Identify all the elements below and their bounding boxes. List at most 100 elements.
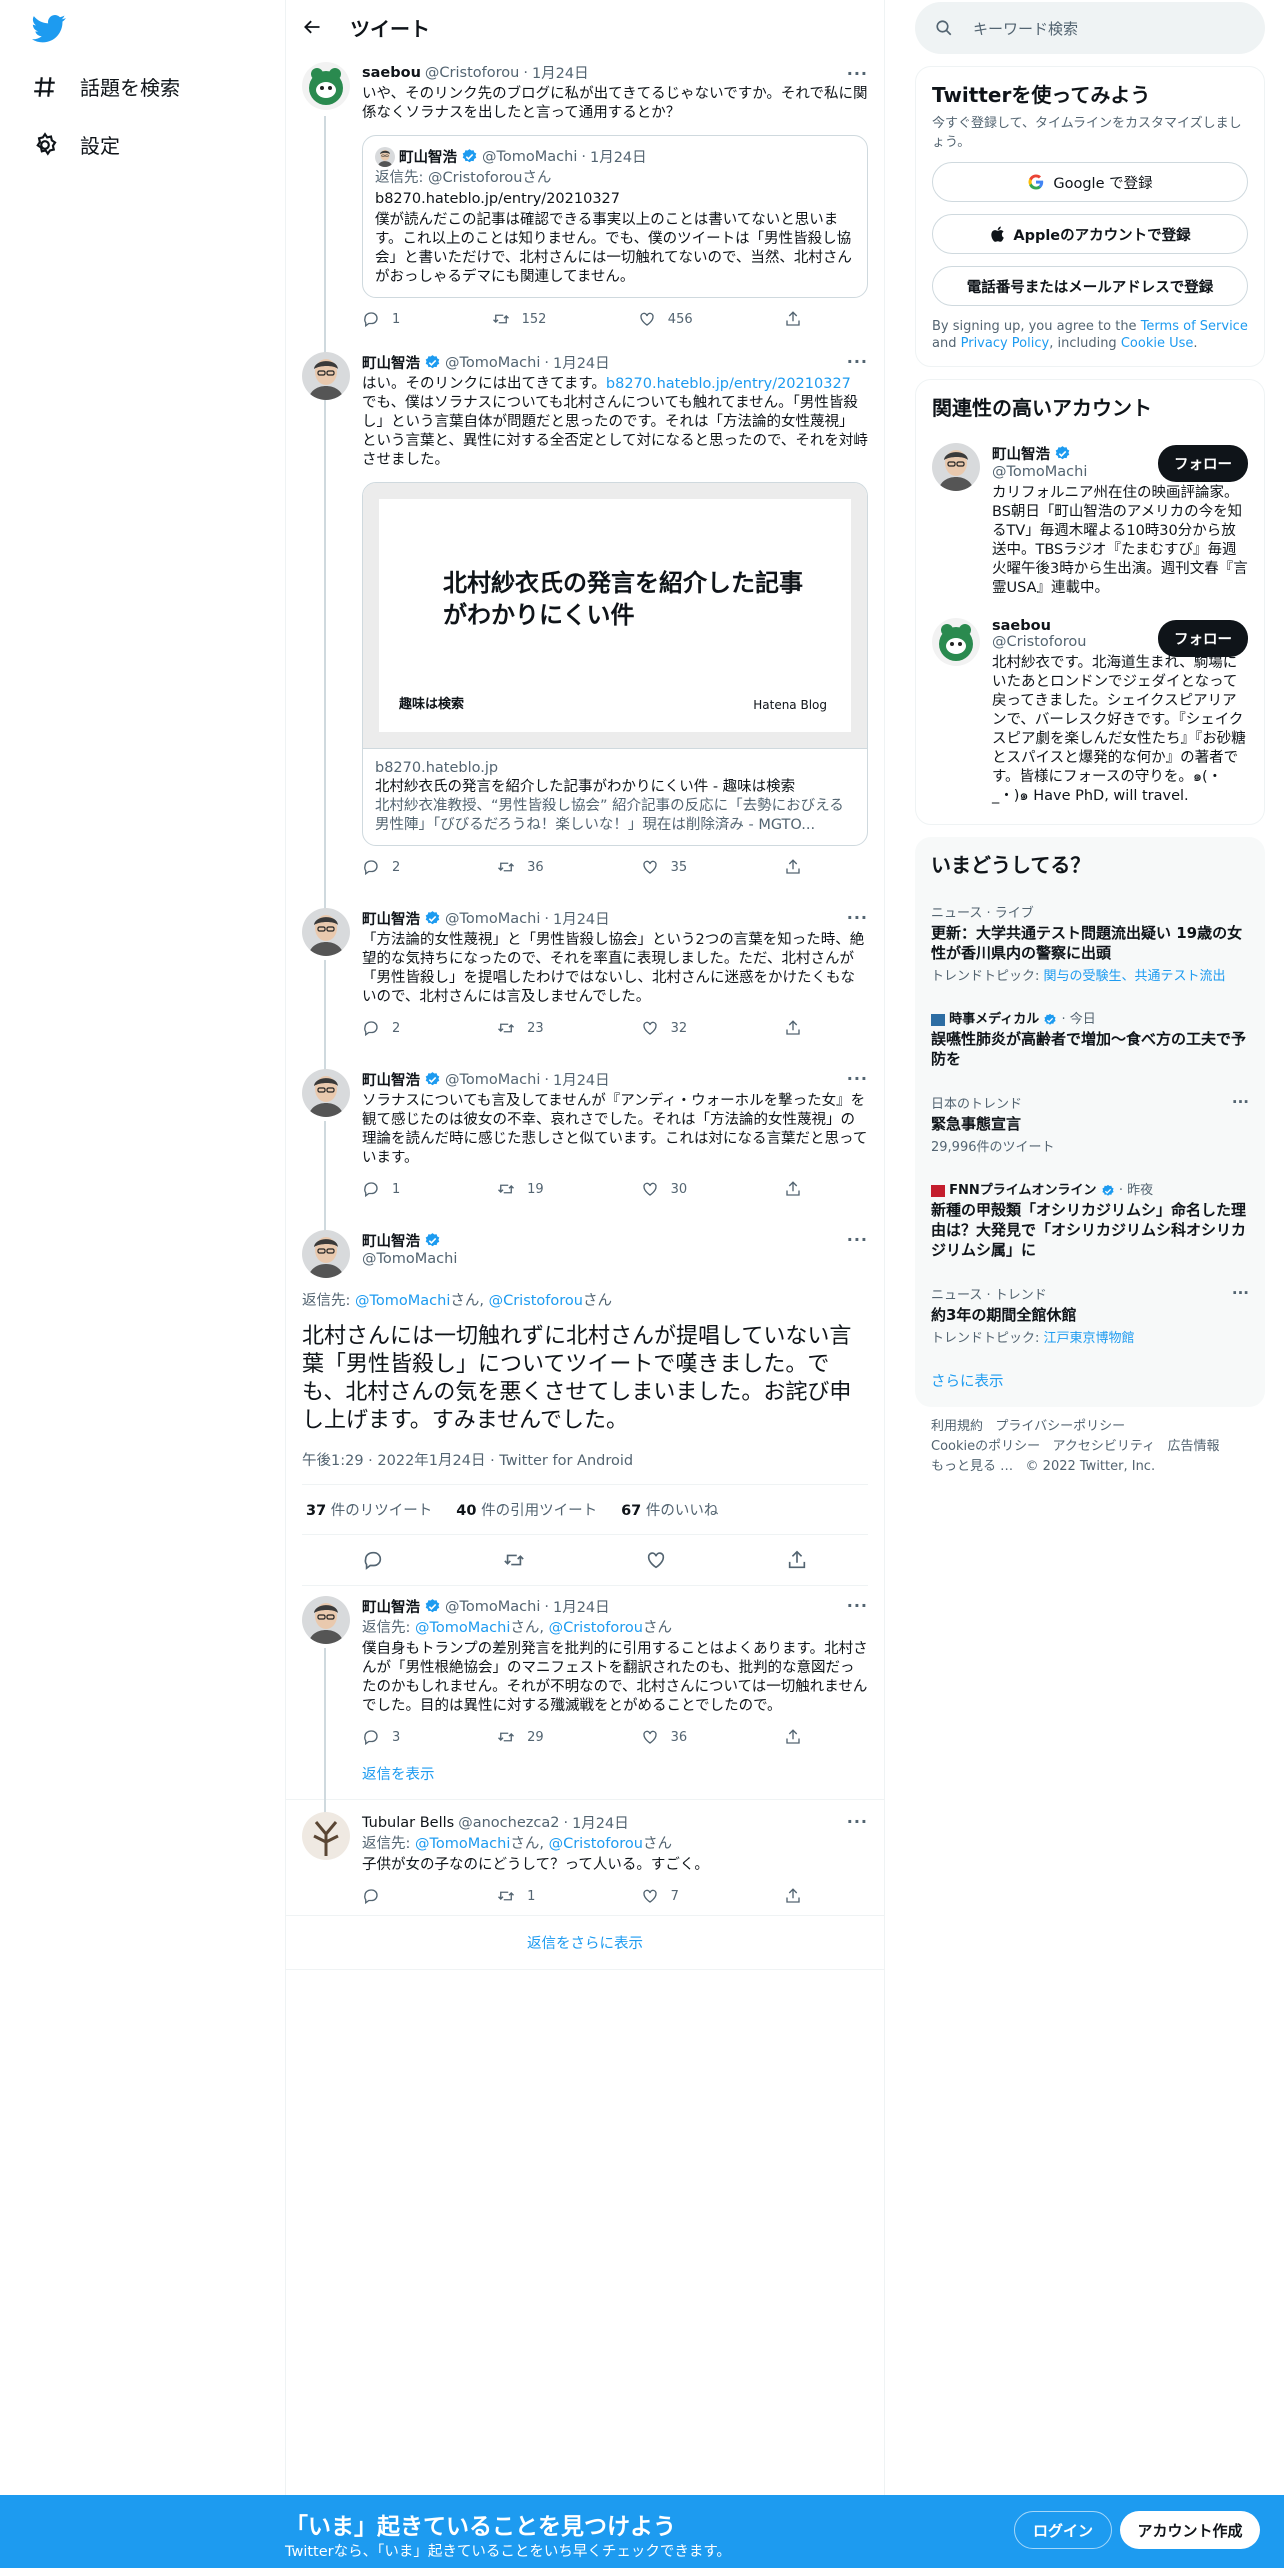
more-icon[interactable]: ··· xyxy=(1232,1093,1249,1111)
trend-topic-link[interactable]: 江戸東京博物館 xyxy=(1044,1331,1135,1346)
like-button[interactable]: 30 xyxy=(641,1180,687,1198)
reply-to-link[interactable]: @TomoMachi xyxy=(415,1620,510,1636)
avatar-machi[interactable] xyxy=(302,908,350,956)
like-button[interactable]: 36 xyxy=(641,1728,687,1746)
tweet-machi-3[interactable]: 町山智浩 @TomoMachi · 1月24日 ··· 「方法論的女性蔑視」と「… xyxy=(286,886,884,1070)
trends-show-more[interactable]: さらに表示 xyxy=(915,1358,1265,1407)
trend-item[interactable]: ニュース · ライブ 更新：大学共通テスト問題流出疑い 19歳の女性が香川県内の… xyxy=(915,890,1265,996)
account-name[interactable]: 町山智浩 xyxy=(992,443,1050,464)
author-handle[interactable]: @TomoMachi xyxy=(445,355,540,371)
avatar-saebou[interactable] xyxy=(932,618,980,666)
more-icon[interactable]: ··· xyxy=(847,352,868,371)
avatar-saebou[interactable] xyxy=(302,62,350,110)
account-name[interactable]: saebou xyxy=(992,618,1051,634)
tweet-date[interactable]: 1月24日 xyxy=(553,1596,610,1617)
reply-to-link[interactable]: @Cristoforou xyxy=(549,1620,643,1636)
quote-count[interactable]: 40 件の引用ツイート xyxy=(456,1499,597,1520)
quoted-tweet[interactable]: 町山智浩 @TomoMachi · 1月24日 返信先: @Cristoforo… xyxy=(362,135,868,298)
footer-more[interactable]: もっと見る … xyxy=(931,1459,1013,1474)
tweet-date[interactable]: 1月24日 xyxy=(553,352,610,373)
reply-icon[interactable] xyxy=(362,1549,384,1571)
like-icon[interactable] xyxy=(645,1549,667,1571)
author-name[interactable]: saebou xyxy=(362,65,421,81)
like-button[interactable]: 456 xyxy=(638,310,693,328)
footer-cookie[interactable]: Cookieのポリシー xyxy=(931,1439,1040,1454)
follow-button[interactable]: フォロー xyxy=(1158,445,1248,482)
link-card[interactable]: 北村紗衣氏の発言を紹介した記事がわかりにくい件 趣味は検索 Hatena Blo… xyxy=(362,482,868,846)
author-handle[interactable]: @Cristoforou xyxy=(425,65,519,81)
nav-explore[interactable]: 話題を検索 xyxy=(32,72,180,101)
author-name[interactable]: 町山智浩 xyxy=(362,908,420,929)
trend-topic-link[interactable]: 関与の受験生、共通テスト流出 xyxy=(1044,969,1226,984)
phone-signup-button[interactable]: 電話番号またはメールアドレスで登録 xyxy=(932,266,1248,306)
cookie-link[interactable]: Cookie Use xyxy=(1121,336,1194,351)
account-saebou[interactable]: saebou @Cristoforou フォロー 北村紗衣です。北海道生まれ、駒… xyxy=(916,608,1264,816)
author-name[interactable]: 町山智浩 xyxy=(362,1069,420,1090)
retweet-button[interactable]: 1 xyxy=(497,1887,535,1905)
trend-item[interactable]: FNNプライムオンライン · 昨夜 新種の甲殻類「オシリカジリムシ」命名した理由… xyxy=(915,1167,1265,1272)
more-icon[interactable]: ··· xyxy=(1232,1284,1249,1302)
retweet-button[interactable]: 29 xyxy=(497,1728,544,1746)
footer-terms[interactable]: 利用規約 xyxy=(931,1419,983,1434)
like-button[interactable]: 35 xyxy=(641,858,687,876)
more-icon[interactable]: ··· xyxy=(847,1596,868,1615)
author-handle[interactable]: @TomoMachi xyxy=(362,1251,868,1267)
nav-settings[interactable]: 設定 xyxy=(32,130,120,159)
author-name[interactable]: 町山智浩 xyxy=(362,1596,420,1617)
footer-privacy[interactable]: プライバシーポリシー xyxy=(995,1419,1125,1434)
tweet-link[interactable]: b8270.hateblo.jp/entry/20210327 xyxy=(606,376,851,392)
tweet-saebou[interactable]: saebou @Cristoforou · 1月24日 ··· いや、そのリンク… xyxy=(286,54,884,416)
tweet-machi-2[interactable]: 町山智浩 @TomoMachi · 1月24日 ··· はい。そのリンクには出て… xyxy=(286,338,884,924)
footer-accessibility[interactable]: アクセシビリティ xyxy=(1053,1439,1156,1454)
account-machi[interactable]: 町山智浩 @TomoMachi フォロー カリフォルニア州在住の映画評論家。BS… xyxy=(916,433,1264,608)
author-handle[interactable]: @TomoMachi xyxy=(445,1072,540,1088)
google-signup-button[interactable]: Google で登録 xyxy=(932,162,1248,202)
login-button[interactable]: ログイン xyxy=(1014,2511,1112,2549)
avatar-machi[interactable] xyxy=(302,1230,350,1278)
reply-button[interactable]: 3 xyxy=(362,1728,400,1746)
tweet-machi-4[interactable]: 町山智浩 @TomoMachi · 1月24日 ··· ソラナスについても言及し… xyxy=(286,1047,884,1241)
tweet-tubular[interactable]: Tubular Bells @anochezca2 · 1月24日 ··· 返信… xyxy=(286,1800,884,1916)
more-icon[interactable]: ··· xyxy=(847,64,868,83)
share-button[interactable] xyxy=(784,1180,802,1198)
reply-to-link[interactable]: @TomoMachi xyxy=(355,1293,450,1309)
tweet-timestamp[interactable]: 午後1:29 · 2022年1月24日 · Twitter for Androi… xyxy=(302,1449,868,1485)
share-button[interactable] xyxy=(784,1728,802,1746)
terms-link[interactable]: Terms of Service xyxy=(1141,319,1248,334)
like-button[interactable]: 7 xyxy=(641,1887,679,1905)
retweet-button[interactable]: 152 xyxy=(492,310,546,328)
avatar-machi[interactable] xyxy=(302,1596,350,1644)
more-icon[interactable]: ··· xyxy=(847,1230,868,1249)
avatar-tubular[interactable] xyxy=(302,1812,350,1860)
like-count[interactable]: 67 件のいいね xyxy=(621,1499,718,1520)
tweet-machi-reply[interactable]: 町山智浩 @TomoMachi · 1月24日 ··· 返信先: @TomoMa… xyxy=(286,1586,884,1848)
retweet-count[interactable]: 37 件のリツイート xyxy=(306,1499,432,1520)
share-button[interactable] xyxy=(784,1019,802,1037)
author-handle[interactable]: @TomoMachi xyxy=(445,1599,540,1615)
follow-button[interactable]: フォロー xyxy=(1158,620,1248,657)
author-name[interactable]: 町山智浩 xyxy=(362,1230,420,1251)
twitter-logo-icon[interactable] xyxy=(32,14,66,44)
tweet-date[interactable]: 1月24日 xyxy=(553,908,610,929)
author-name[interactable]: 町山智浩 xyxy=(362,352,420,373)
reply-to-link[interactable]: @Cristoforou xyxy=(489,1293,583,1309)
author-handle[interactable]: @anochezca2 xyxy=(458,1815,559,1831)
like-button[interactable]: 32 xyxy=(641,1019,687,1037)
reply-button[interactable]: 1 xyxy=(362,310,400,328)
trend-item[interactable]: 時事メディカル · 今日 誤嚥性肺炎が高齢者で増加～食べ方の工夫で予防を xyxy=(915,996,1265,1081)
trend-item[interactable]: ニュース · トレンド 約3年の期間全館休館 トレンドトピック: 江戸東京博物館… xyxy=(915,1272,1265,1358)
privacy-link[interactable]: Privacy Policy xyxy=(961,336,1050,351)
apple-signup-button[interactable]: Appleのアカウントで登録 xyxy=(932,214,1248,254)
tweet-date[interactable]: 1月24日 xyxy=(532,62,589,83)
avatar-machi[interactable] xyxy=(302,352,350,400)
reply-button[interactable]: 2 xyxy=(362,1019,400,1037)
more-icon[interactable]: ··· xyxy=(847,1812,868,1831)
reply-button[interactable] xyxy=(362,1887,392,1905)
trend-item[interactable]: 日本のトレンド 緊急事態宣言 29,996件のツイート ··· xyxy=(915,1081,1265,1167)
more-icon[interactable]: ··· xyxy=(847,1069,868,1088)
avatar-machi[interactable] xyxy=(302,1069,350,1117)
tweet-date[interactable]: 1月24日 xyxy=(553,1069,610,1090)
footer-ads[interactable]: 広告情報 xyxy=(1168,1439,1220,1454)
reply-button[interactable]: 2 xyxy=(362,858,400,876)
back-arrow-icon[interactable] xyxy=(302,17,322,37)
